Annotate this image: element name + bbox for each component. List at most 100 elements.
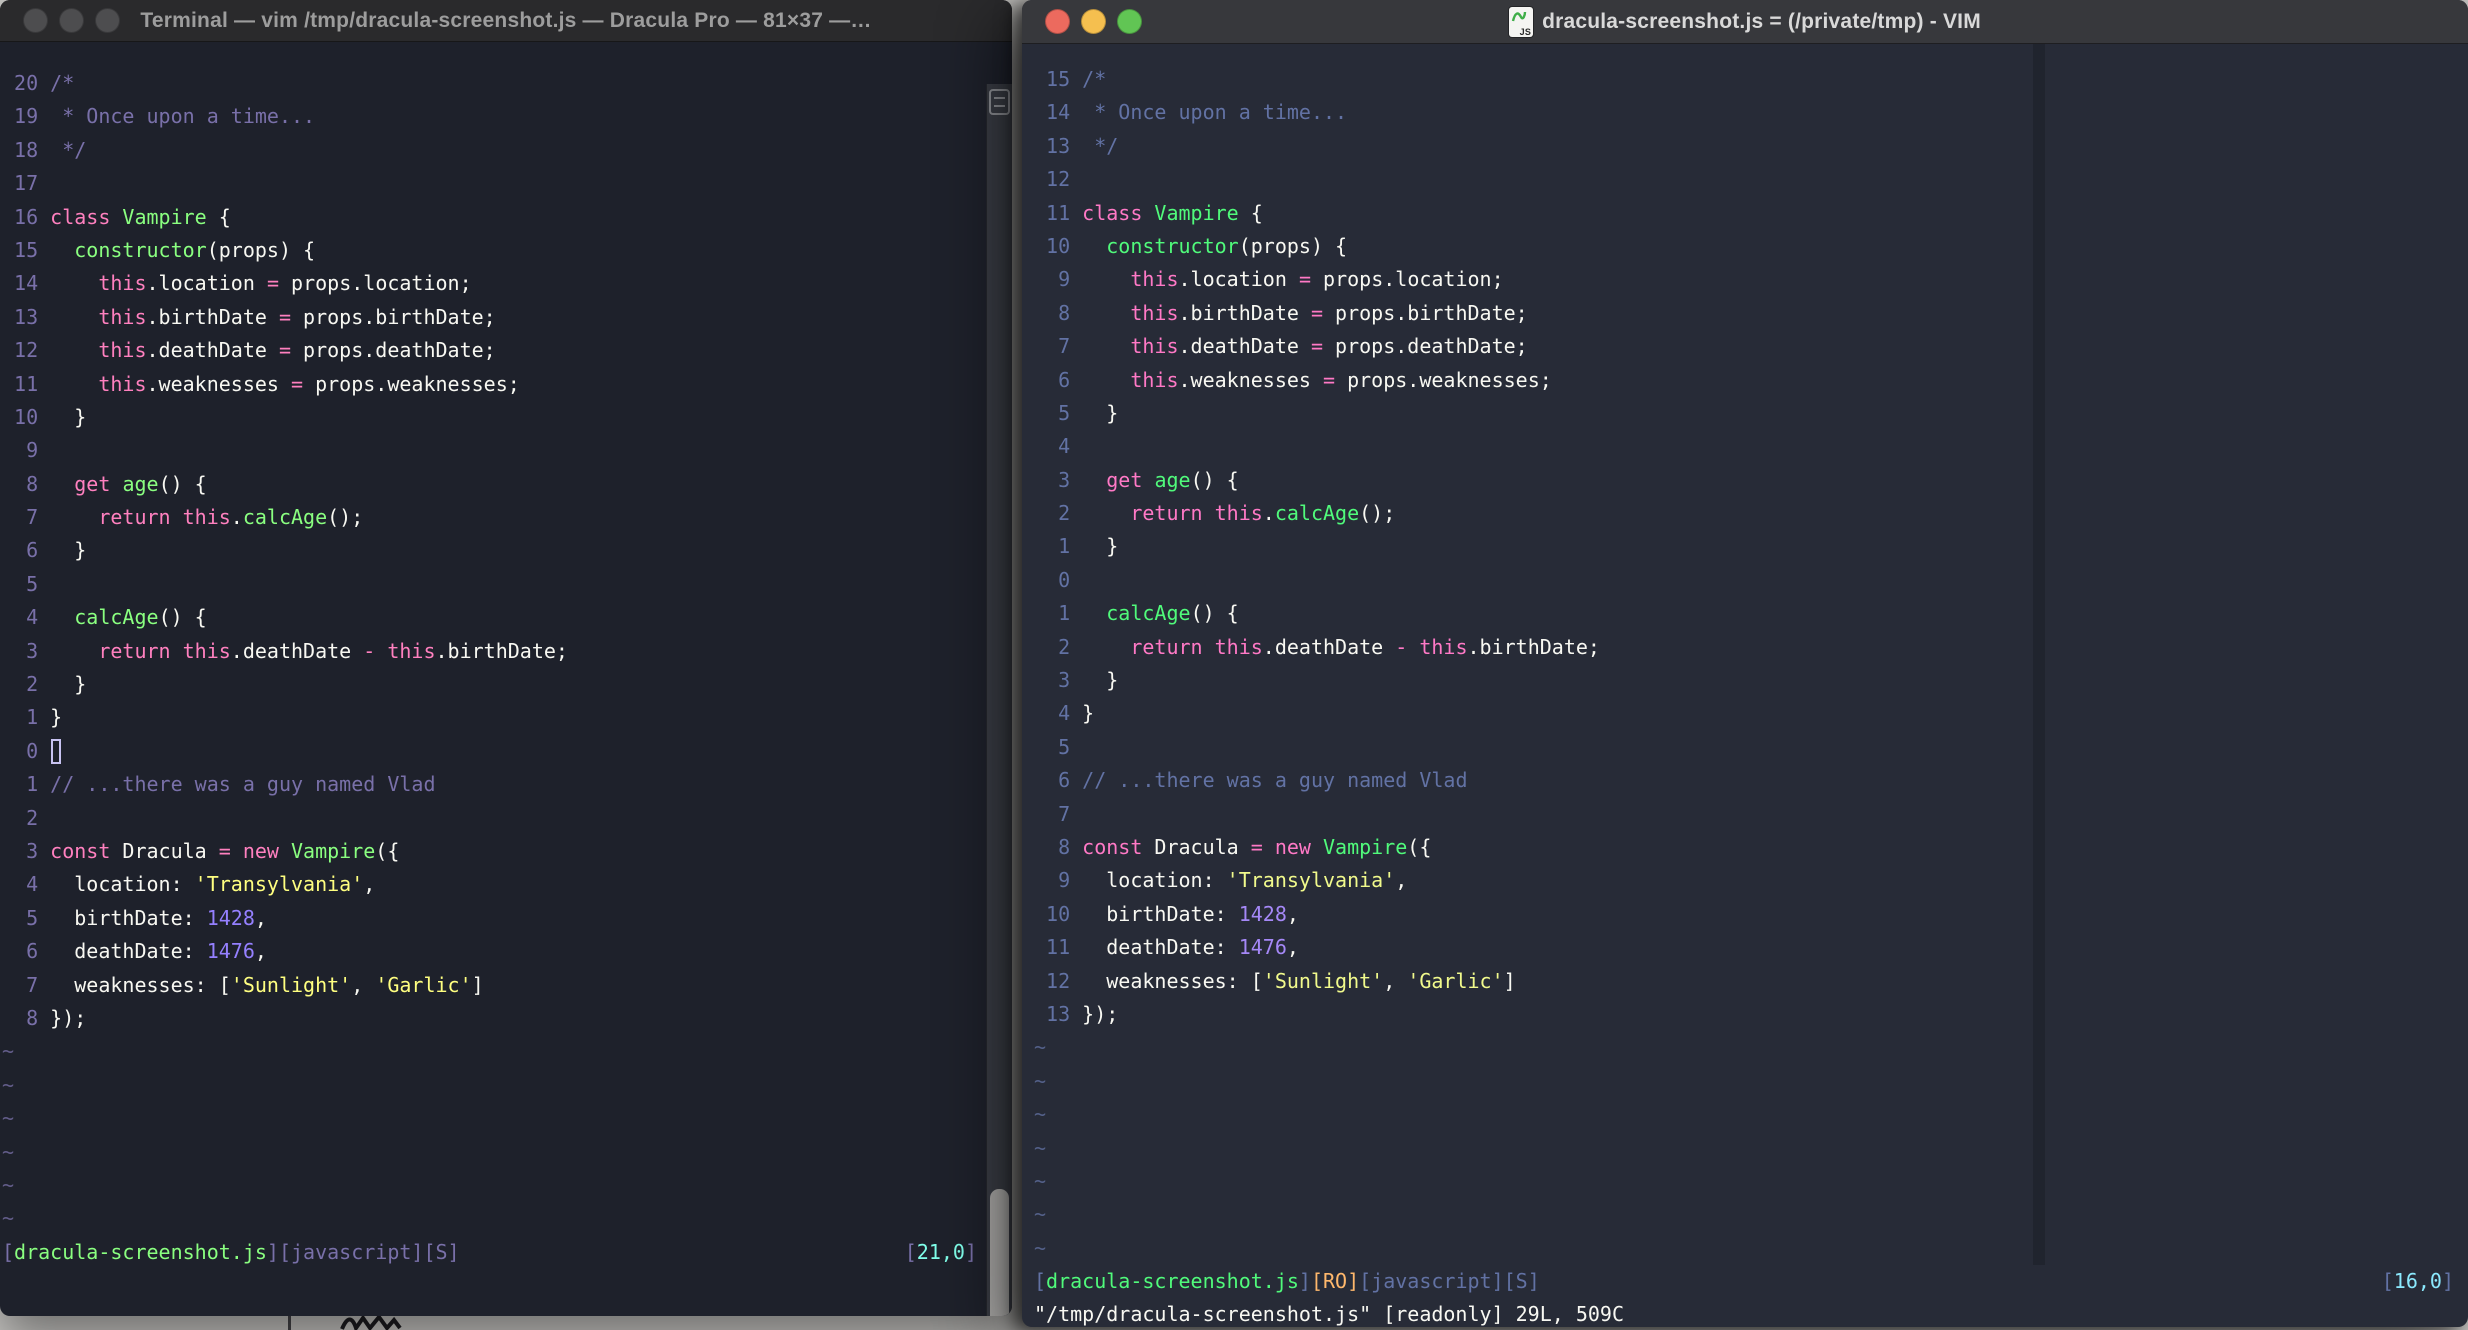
code-line: 8 get age() { (2, 471, 207, 496)
empty-buffer-line: ~ (2, 1206, 15, 1231)
code-line: 7 this.deathDate = props.deathDate; (1034, 334, 1528, 359)
minimize-button[interactable] (1081, 9, 1106, 34)
code-line: 13 }); (1034, 1001, 1119, 1026)
code-line: 5 (2, 571, 51, 596)
code-line: 2 return this.deathDate - this.birthDate… (1034, 634, 1600, 659)
code-line: 4 calcAge() { (2, 605, 207, 630)
code-line: 13 */ (1034, 133, 1119, 158)
empty-buffer-line: ~ (1034, 1235, 1047, 1260)
code-line: 10 } (2, 404, 87, 429)
macvim-window: JS dracula-screenshot.js = (/private/tmp… (1022, 0, 2468, 1327)
empty-buffer-line: ~ (2, 1139, 15, 1164)
empty-buffer-line: ~ (1034, 1202, 1047, 1227)
close-button[interactable] (1045, 9, 1070, 34)
code-line: 3 const Dracula = new Vampire({ (2, 838, 400, 863)
code-line: 14 * Once upon a time... (1034, 100, 1348, 125)
code-line: 15 constructor(props) { (2, 237, 316, 262)
vim-statusline: [dracula-screenshot.js][javascript][S] [2… (2, 1236, 986, 1269)
code-line: 6 } (2, 538, 87, 563)
vim-text-area[interactable]: 15 /* 14 * Once upon a time... 13 */ 12 … (1034, 44, 2468, 1327)
empty-buffer-line: ~ (2, 1106, 15, 1131)
zoom-button[interactable] (1117, 9, 1142, 34)
code-line: 10 birthDate: 1428, (1034, 901, 1299, 926)
vim-text-area[interactable]: 20 /* 19 * Once upon a time... 18 */ 17 … (2, 42, 986, 1302)
desktop-scrap-blob (340, 1314, 402, 1330)
code-line: 8 }); (2, 1005, 87, 1030)
code-line: 4 } (1034, 701, 1095, 726)
code-line: 6 this.weaknesses = props.weaknesses; (1034, 367, 1552, 392)
code-line: 1 calcAge() { (1034, 601, 1239, 626)
code-line: 12 this.deathDate = props.deathDate; (2, 338, 496, 363)
code-line: 8 const Dracula = new Vampire({ (1034, 834, 1432, 859)
vim-statusline: [dracula-screenshot.js][RO][javascript][… (1034, 1265, 2468, 1298)
code-line: 9 this.location = props.location; (1034, 267, 1504, 292)
code-line: 6 deathDate: 1476, (2, 939, 267, 964)
code-line: 15 /* (1034, 67, 1107, 91)
code-line: 7 (1034, 801, 1083, 826)
macvim-titlebar[interactable]: JS dracula-screenshot.js = (/private/tmp… (1022, 0, 2468, 44)
code-line: 6 // ...there was a guy named Vlad (1034, 768, 1468, 793)
empty-buffer-line: ~ (2, 1039, 15, 1064)
scrollbar-thumb[interactable] (990, 1189, 1009, 1316)
terminal-titlebar[interactable]: Terminal — vim /tmp/dracula-screenshot.j… (0, 0, 1012, 42)
code-line: 3 get age() { (1034, 467, 1239, 492)
empty-buffer-line: ~ (1034, 1035, 1047, 1060)
cursor-position: [16,0] (2381, 1269, 2454, 1294)
vim-command-line (2, 1269, 986, 1302)
code-line: 8 this.birthDate = props.birthDate; (1034, 300, 1528, 325)
code-line: 3 return this.deathDate - this.birthDate… (2, 638, 568, 663)
terminal-scrollbar-track[interactable] (986, 84, 1012, 1316)
zoom-button[interactable] (95, 8, 120, 33)
empty-buffer-line: ~ (1034, 1168, 1047, 1193)
empty-buffer-line: ~ (1034, 1135, 1047, 1160)
terminal-window: Terminal — vim /tmp/dracula-screenshot.j… (0, 0, 1012, 1316)
code-line: 11 class Vampire { (1034, 200, 1263, 225)
minimize-button[interactable] (59, 8, 84, 33)
code-line: 2 } (2, 672, 87, 697)
empty-buffer-line: ~ (2, 1172, 15, 1197)
traffic-lights (1022, 0, 1142, 43)
code-line: 0 (2, 735, 986, 768)
js-file-icon: JS (1509, 6, 1534, 37)
code-line: 5 } (1034, 400, 1119, 425)
code-line: 5 birthDate: 1428, (2, 905, 267, 930)
window-title: dracula-screenshot.js = (/private/tmp) -… (1542, 9, 1981, 33)
code-line: 4 location: 'Transylvania', (2, 872, 376, 897)
code-line: 1 } (1034, 534, 1119, 559)
code-line: 5 (1034, 734, 1083, 759)
code-line: 12 (1034, 167, 1083, 192)
code-line: 1 // ...there was a guy named Vlad (2, 772, 436, 797)
code-line: 18 */ (2, 137, 87, 162)
traffic-lights (0, 0, 120, 41)
window-title: Terminal — vim /tmp/dracula-screenshot.j… (140, 8, 872, 32)
code-line: 11 deathDate: 1476, (1034, 935, 1299, 960)
code-line: 10 constructor(props) { (1034, 233, 1348, 258)
cursor-position: [21,0] (904, 1239, 977, 1264)
code-line: 9 location: 'Transylvania', (1034, 868, 1408, 893)
code-line: 2 return this.calcAge(); (1034, 501, 1396, 526)
code-line: 0 (1034, 567, 1083, 592)
empty-buffer-line: ~ (2, 1072, 15, 1097)
code-line: 2 (2, 805, 51, 830)
code-line: 9 (2, 438, 51, 463)
code-line: 4 (1034, 434, 1083, 459)
code-line: 3 } (1034, 668, 1119, 693)
code-line: 7 return this.calcAge(); (2, 505, 364, 530)
empty-buffer-line: ~ (1034, 1068, 1047, 1093)
split-pane-icon[interactable] (989, 89, 1010, 115)
macvim-content: 15 /* 14 * Once upon a time... 13 */ 12 … (1022, 44, 2468, 1327)
close-button[interactable] (23, 8, 48, 33)
vim-command-line: "/tmp/dracula-screenshot.js" [readonly] … (1034, 1302, 1625, 1327)
code-line: 17 (2, 171, 51, 196)
code-line: 11 this.weaknesses = props.weaknesses; (2, 371, 520, 396)
code-line: 13 this.birthDate = props.birthDate; (2, 304, 496, 329)
code-line: 14 this.location = props.location; (2, 271, 472, 296)
code-line: 20 /* (2, 71, 75, 95)
vim-cursor (51, 738, 61, 764)
desktop-scrap-line (288, 1316, 291, 1330)
code-line: 7 weaknesses: ['Sunlight', 'Garlic'] (2, 972, 484, 997)
terminal-content: 20 /* 19 * Once upon a time... 18 */ 17 … (0, 42, 1012, 1316)
code-line: 12 weaknesses: ['Sunlight', 'Garlic'] (1034, 968, 1516, 993)
code-line: 1 } (2, 705, 63, 730)
empty-buffer-line: ~ (1034, 1102, 1047, 1127)
